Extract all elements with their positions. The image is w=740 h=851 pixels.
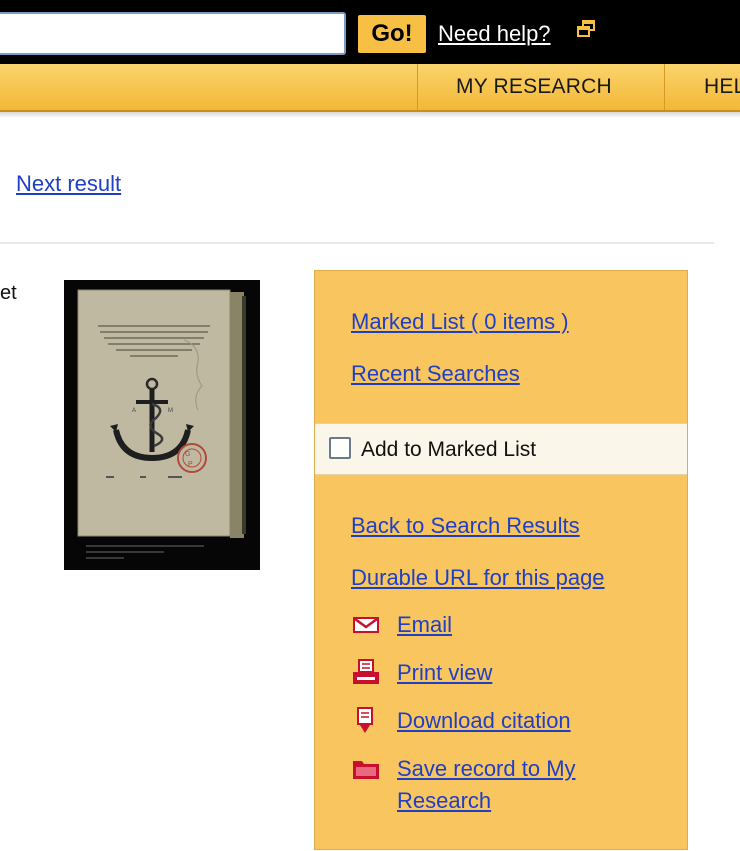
top-search-bar: Go! Need help? xyxy=(0,0,740,64)
recent-searches-link[interactable]: Recent Searches xyxy=(351,361,520,387)
main-nav-bar: MY RESEARCH HEL xyxy=(0,64,740,112)
folder-icon xyxy=(353,761,379,779)
nav-shadow xyxy=(0,112,740,118)
print-view-link[interactable]: Print view xyxy=(397,660,492,686)
next-result-link[interactable]: Next result xyxy=(16,171,121,197)
go-button[interactable]: Go! xyxy=(358,15,426,53)
save-record-link-line2[interactable]: Research xyxy=(397,788,491,814)
svg-text:P: P xyxy=(188,461,193,468)
printer-icon xyxy=(353,659,379,684)
add-to-marked-list-row: Add to Marked List xyxy=(315,423,687,475)
nav-separator xyxy=(417,64,418,110)
record-actions-panel: Marked List ( 0 items ) Recent Searches … xyxy=(314,270,688,850)
svg-text:G: G xyxy=(185,451,190,458)
svg-text:M: M xyxy=(168,408,173,414)
add-to-marked-list-checkbox[interactable] xyxy=(329,437,351,459)
back-to-results-link[interactable]: Back to Search Results xyxy=(351,513,580,539)
nav-my-research[interactable]: MY RESEARCH xyxy=(456,64,612,110)
marked-list-link[interactable]: Marked List ( 0 items ) xyxy=(351,309,569,335)
download-citation-icon xyxy=(357,707,373,733)
durable-url-link[interactable]: Durable URL for this page xyxy=(351,565,605,591)
record-thumbnail-image[interactable]: A M G P xyxy=(64,280,260,570)
search-input[interactable] xyxy=(0,12,346,55)
nav-separator xyxy=(664,64,665,110)
add-to-marked-list-label[interactable]: Add to Marked List xyxy=(361,438,536,462)
section-divider xyxy=(0,242,714,244)
save-record-link-line1[interactable]: Save record to My xyxy=(397,756,576,782)
svg-text:A: A xyxy=(132,408,136,414)
record-title-fragment: et xyxy=(0,282,17,304)
email-link[interactable]: Email xyxy=(397,612,452,638)
nav-help[interactable]: HEL xyxy=(704,64,740,110)
download-citation-link[interactable]: Download citation xyxy=(397,708,571,734)
email-envelope-icon xyxy=(353,617,379,633)
popup-window-icon[interactable] xyxy=(576,19,596,39)
need-help-link[interactable]: Need help? xyxy=(438,20,551,48)
